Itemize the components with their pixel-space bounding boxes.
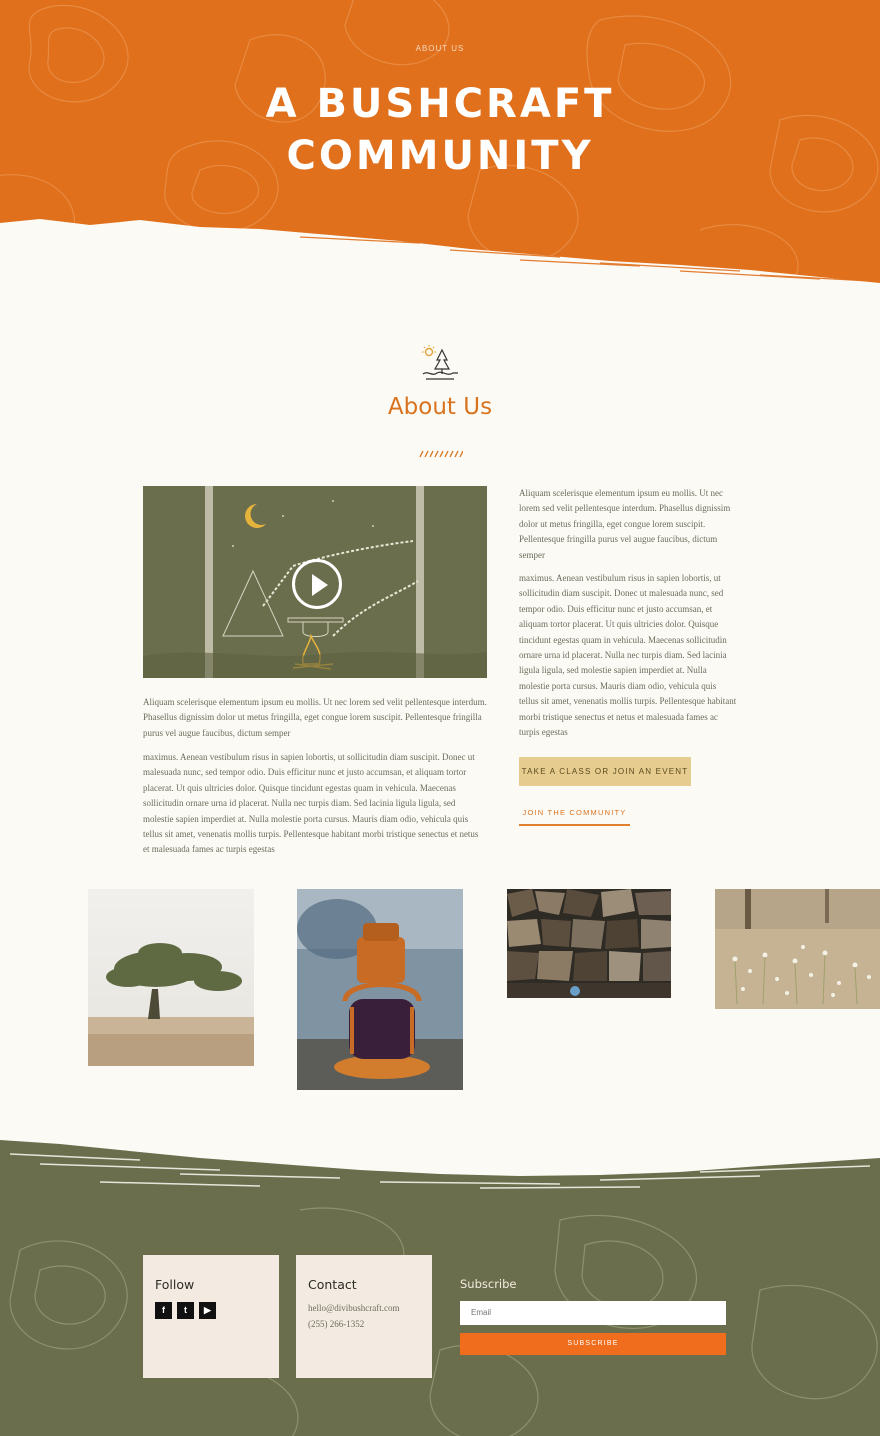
hero-title-line-2: COMMUNITY	[286, 133, 594, 179]
follow-card: Follow f t ▶	[143, 1255, 279, 1378]
follow-title: Follow	[155, 1277, 195, 1292]
hero-title-line-1: A BUSHCRAFT	[265, 81, 615, 127]
hero-banner: ABOUT US A BUSHCRAFT COMMUNITY	[0, 0, 880, 300]
join-community-button[interactable]: JOIN THE COMMUNITY	[519, 808, 630, 826]
subscribe-title: Subscribe	[460, 1277, 517, 1291]
about-right-paragraph-2: maximus. Aenean vestibulum risus in sapi…	[519, 573, 737, 738]
about-right-paragraph-1: Aliquam scelerisque elementum ipsum eu m…	[519, 488, 731, 560]
youtube-icon[interactable]: ▶	[199, 1302, 216, 1319]
torn-edge-divider	[0, 219, 880, 300]
facebook-icon[interactable]: f	[155, 1302, 172, 1319]
campsite-icon	[422, 345, 458, 380]
tree-photo	[88, 889, 254, 1066]
contact-title: Contact	[308, 1277, 357, 1292]
twitter-icon[interactable]: t	[177, 1302, 194, 1319]
hero-eyebrow: ABOUT US	[415, 44, 465, 53]
dash-divider	[419, 450, 463, 458]
take-a-class-button[interactable]: TAKE A CLASS OR JOIN AN EVENT	[519, 757, 691, 786]
subscribe-button[interactable]: SUBSCRIBE	[460, 1333, 726, 1355]
contact-card: Contact hello@divibushcraft.com (255) 26…	[296, 1255, 432, 1378]
firewood-photo	[507, 889, 671, 998]
hero-title: A BUSHCRAFT COMMUNITY	[0, 78, 880, 182]
footer: Follow f t ▶ Contact hello@divibushcraft…	[0, 1130, 880, 1436]
lantern-photo	[297, 889, 463, 1090]
email-field[interactable]	[460, 1301, 726, 1325]
meadow-photo	[715, 889, 880, 1009]
about-title: About Us	[387, 394, 493, 420]
contact-email[interactable]: hello@divibushcraft.com	[308, 1303, 400, 1313]
play-icon[interactable]	[292, 559, 342, 609]
about-left-paragraph-2: maximus. Aenean vestibulum risus in sapi…	[143, 752, 479, 855]
footer-topographic-background	[0, 1140, 880, 1436]
about-left-paragraph-1: Aliquam scelerisque elementum ipsum eu m…	[143, 697, 487, 738]
contact-phone[interactable]: (255) 266-1352	[308, 1319, 364, 1329]
